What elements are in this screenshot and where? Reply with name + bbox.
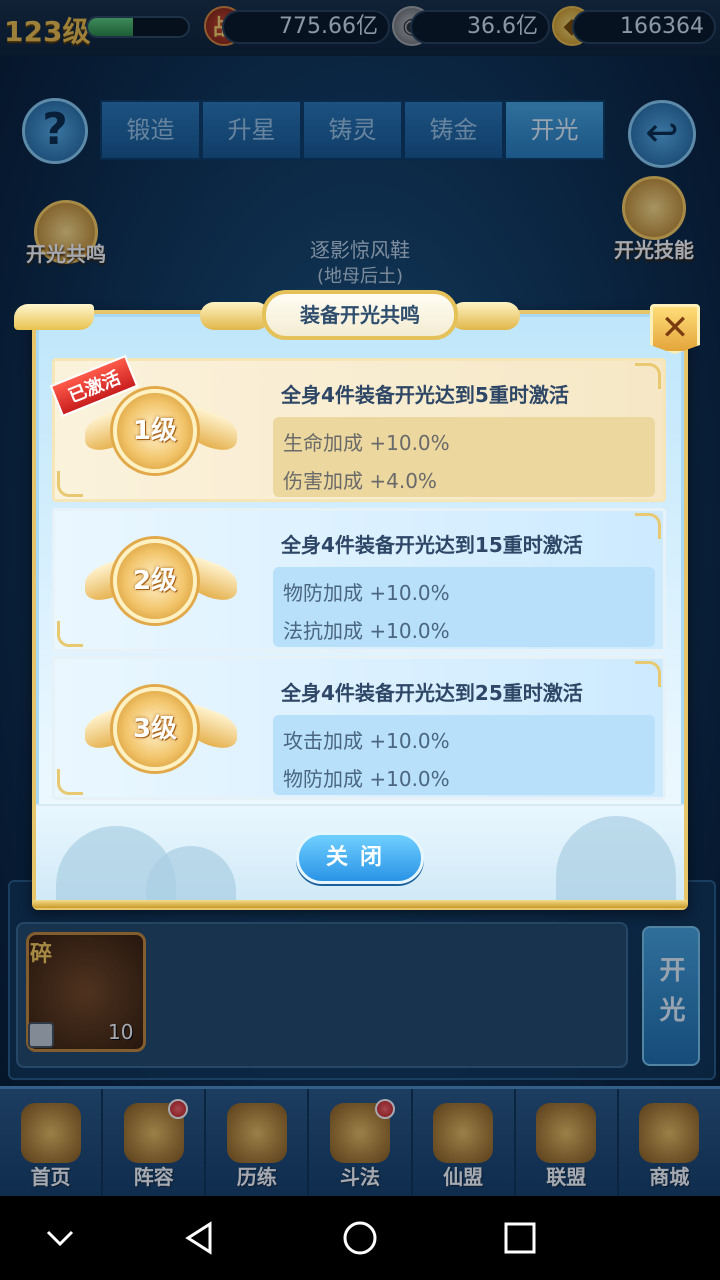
hide-keyboard-icon[interactable] [38,1216,82,1260]
close-button[interactable]: 关闭 [296,832,424,884]
bonus-line: 法抗加成 +10.0% [283,619,450,643]
bonus-line: 攻击加成 +10.0% [283,729,450,753]
title-ornament-right [450,302,520,330]
medal-level: 2级 [132,566,178,596]
corner-ornament [57,769,83,795]
title-ornament-left [200,302,270,330]
corner-ornament [57,471,83,497]
bonus-box: 攻击加成 +10.0% 物防加成 +10.0% [273,715,655,795]
tier-requirement: 全身4件装备开光达到5重时激活 [281,383,569,407]
dialog-bottom-border [32,900,688,908]
bonus-box: 生命加成 +10.0% 伤害加成 +4.0% [273,417,655,497]
dialog-title: 装备开光共鸣 [262,290,458,340]
medal-level: 3级 [132,714,178,744]
tier-card-3: 3级 全身4件装备开光达到25重时激活 攻击加成 +10.0% 物防加成 +10… [52,656,666,800]
tier-card-2: 2级 全身4件装备开光达到15重时激活 物防加成 +10.0% 法抗加成 +10… [52,508,666,652]
corner-ornament [635,661,661,687]
tier-card-1: 1级 已激活 全身4件装备开光达到5重时激活 生命加成 +10.0% 伤害加成 … [49,354,666,502]
bonus-line: 生命加成 +10.0% [283,431,450,455]
bonus-line: 伤害加成 +4.0% [283,469,437,493]
home-nav-icon[interactable] [338,1216,382,1260]
corner-ornament [635,363,661,389]
dialog-corner-ornament [14,304,94,330]
tier-requirement: 全身4件装备开光达到25重时激活 [281,681,583,705]
recents-nav-icon[interactable] [498,1216,542,1260]
bonus-box: 物防加成 +10.0% 法抗加成 +10.0% [273,567,655,647]
close-icon[interactable]: ✕ [650,304,700,354]
system-nav-bar [0,1196,720,1280]
bonus-line: 物防加成 +10.0% [283,767,450,791]
corner-ornament [57,621,83,647]
tier-requirement: 全身4件装备开光达到15重时激活 [281,533,583,557]
bonus-line: 物防加成 +10.0% [283,581,450,605]
back-nav-icon[interactable] [178,1216,222,1260]
medal-level: 1级 [132,416,178,446]
corner-ornament [635,513,661,539]
